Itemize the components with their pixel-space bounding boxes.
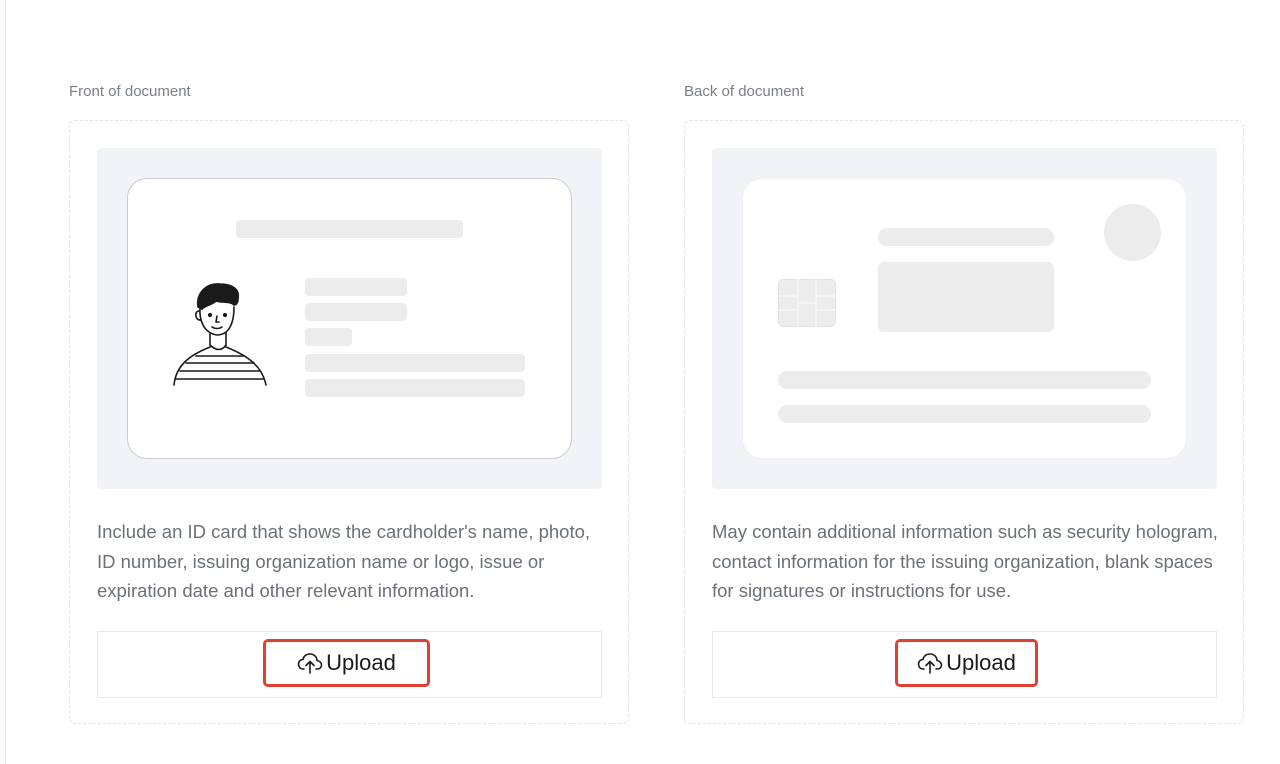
placeholder-bar [778, 405, 1151, 423]
placeholder-block [878, 262, 1054, 332]
back-upload-button[interactable]: Upload [895, 639, 1038, 687]
cloud-upload-icon [917, 653, 943, 674]
front-upload-area: Upload [97, 631, 602, 698]
back-upload-area: Upload [712, 631, 1217, 698]
placeholder-bar [236, 220, 463, 238]
chip-icon [778, 279, 836, 327]
person-avatar-icon [173, 283, 267, 386]
left-divider [0, 0, 6, 764]
id-card-front-graphic [127, 178, 572, 459]
placeholder-bar [305, 303, 407, 321]
upload-button-label: Upload [946, 650, 1016, 675]
back-id-illustration [712, 148, 1217, 489]
placeholder-bar [878, 228, 1054, 246]
back-document-description: May contain additional information such … [712, 521, 1218, 601]
cloud-upload-icon [297, 653, 323, 674]
front-upload-button[interactable]: Upload [263, 639, 430, 687]
front-document-description: Include an ID card that shows the cardho… [97, 521, 591, 601]
front-document-label: Front of document [69, 83, 191, 100]
placeholder-bar [305, 278, 407, 296]
back-document-card: May contain additional information such … [684, 120, 1244, 724]
placeholder-bar [305, 379, 525, 397]
upload-button-label: Upload [326, 650, 396, 675]
back-document-label: Back of document [684, 83, 805, 100]
front-document-card: Include an ID card that shows the cardho… [69, 120, 629, 724]
placeholder-bar [305, 354, 525, 372]
placeholder-bar [305, 328, 352, 346]
placeholder-bar [778, 371, 1151, 389]
front-id-illustration [97, 148, 602, 489]
hologram-circle [1104, 204, 1161, 261]
id-card-back-graphic [742, 178, 1187, 459]
